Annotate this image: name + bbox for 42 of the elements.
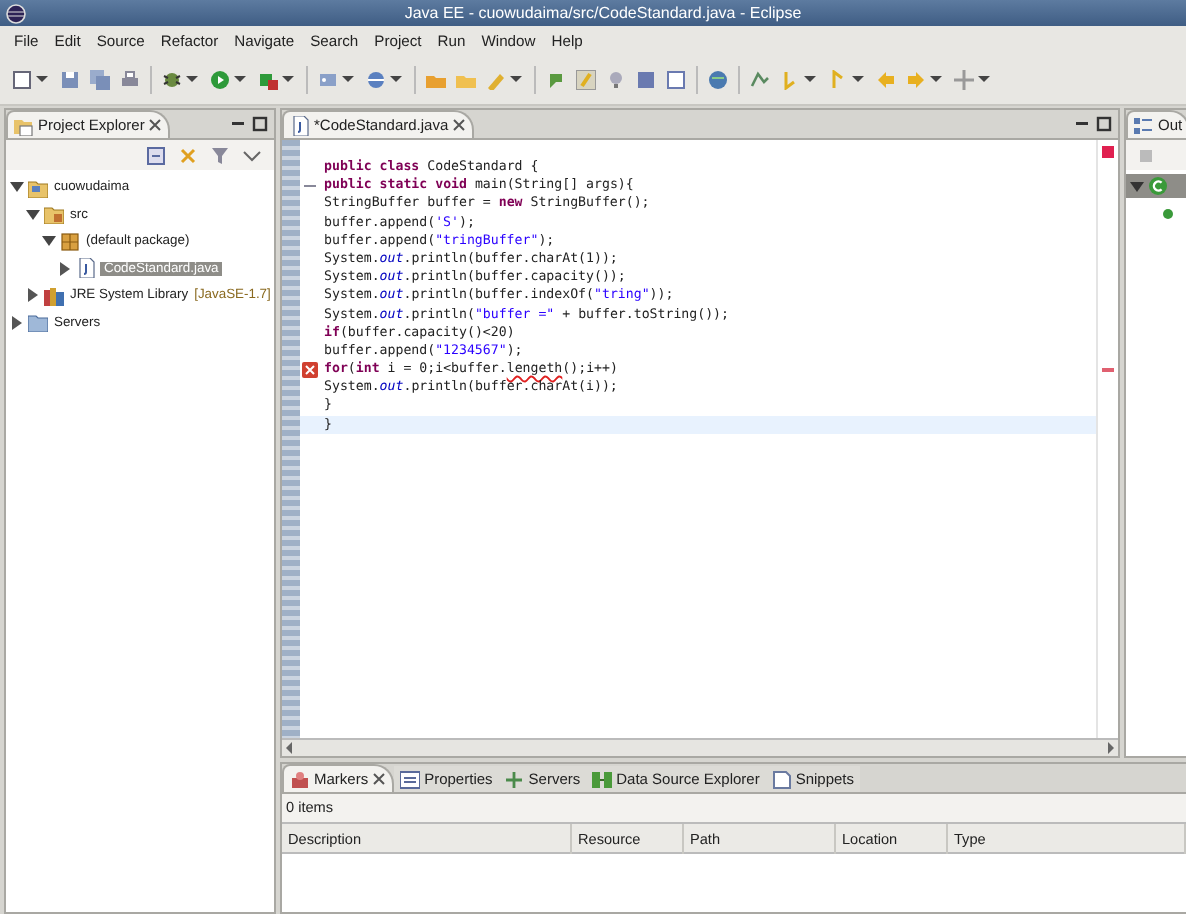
- expanded-arrow-icon[interactable]: [26, 207, 40, 222]
- close-icon: [372, 772, 387, 786]
- collapse-all-icon[interactable]: [146, 145, 166, 165]
- save-icon[interactable]: [60, 69, 80, 89]
- collapsed-arrow-icon[interactable]: [58, 261, 72, 276]
- data-source-icon: [592, 769, 613, 789]
- view-menu-icon[interactable]: [242, 145, 262, 165]
- filter-icon[interactable]: [210, 145, 230, 165]
- save-all-icon[interactable]: [90, 69, 110, 89]
- method-icon: [1162, 208, 1174, 220]
- close-icon: [148, 118, 163, 132]
- java-file-icon: [290, 115, 310, 135]
- maximize-icon[interactable]: [252, 116, 268, 132]
- window-title: Java EE - cuowudaima/src/CodeStandard.java - Eclipse: [402, 4, 804, 22]
- explorer-icon: [14, 115, 34, 135]
- servers-icon: [504, 769, 525, 789]
- error-summary-icon: [1102, 146, 1114, 158]
- new-icon[interactable]: [12, 69, 32, 89]
- bulb-icon[interactable]: [606, 69, 626, 89]
- properties-icon: [400, 769, 421, 789]
- expanded-arrow-icon[interactable]: [42, 234, 56, 249]
- collapsed-arrow-icon[interactable]: [26, 288, 40, 303]
- java-file-icon: [76, 258, 96, 279]
- print-icon[interactable]: [120, 69, 140, 89]
- library-icon: [44, 285, 64, 306]
- run-icon[interactable]: [210, 69, 230, 89]
- package-icon: [60, 231, 80, 252]
- horizontal-scrollbar[interactable]: [282, 738, 1118, 756]
- expanded-arrow-icon: [1130, 179, 1144, 193]
- project-folder-icon: [28, 177, 48, 198]
- source-folder-icon: [44, 204, 64, 225]
- collapsed-arrow-icon[interactable]: [10, 315, 24, 330]
- maximize-icon[interactable]: [1096, 116, 1112, 132]
- close-icon: [452, 118, 467, 132]
- class-icon: [1148, 176, 1168, 196]
- debug-icon[interactable]: [162, 69, 182, 89]
- servers-folder-icon: [28, 312, 48, 333]
- error-marker-icon: [1102, 368, 1114, 373]
- expanded-arrow-icon[interactable]: [10, 180, 24, 195]
- snippets-icon: [771, 769, 792, 789]
- outline-icon: [1134, 115, 1154, 135]
- markers-icon: [290, 769, 310, 789]
